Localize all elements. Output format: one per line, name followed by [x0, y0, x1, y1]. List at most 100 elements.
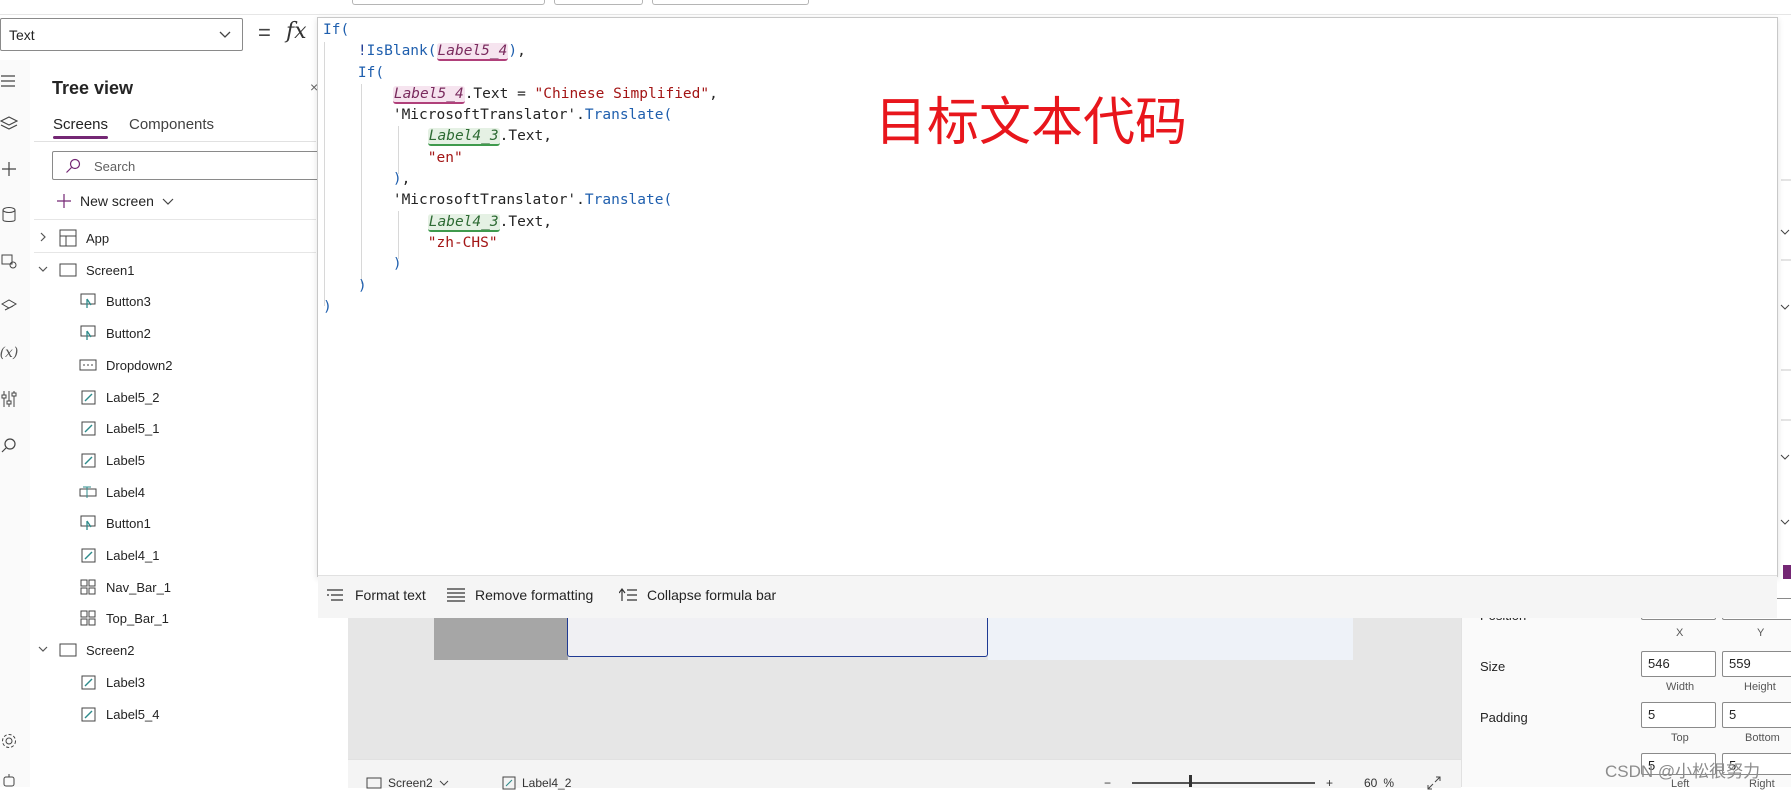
width-input[interactable]: 546	[1641, 651, 1716, 677]
canvas-control[interactable]	[434, 615, 568, 660]
tree-item-label: Top_Bar_1	[106, 610, 169, 626]
database-icon[interactable]	[0, 204, 20, 226]
tree-item-button1[interactable]: Button1	[34, 506, 316, 540]
remove-formatting-icon	[447, 588, 465, 602]
tree-item-screen1[interactable]: Screen1	[34, 253, 316, 287]
top-toolbar-strip	[0, 0, 1791, 15]
bottom-label: Bottom	[1745, 732, 1780, 744]
label-edit-icon	[79, 451, 97, 469]
tree-item-label5-4[interactable]: Label5_4	[34, 697, 316, 731]
layers-icon[interactable]	[0, 112, 20, 134]
toolbar-field[interactable]	[652, 0, 809, 5]
tab-screens[interactable]: Screens	[53, 116, 108, 133]
collapse-formula-bar-button[interactable]: Collapse formula bar	[619, 587, 776, 603]
code-token: If(	[323, 22, 350, 38]
app-icon	[59, 229, 77, 247]
tree-item-label5-1[interactable]: Label5_1	[34, 411, 316, 445]
tree-item-label5[interactable]: Label5	[34, 443, 316, 477]
code-token: IsBlank(	[366, 43, 437, 60]
tree-item-top-bar-1[interactable]: Top_Bar_1	[34, 601, 316, 635]
code-line: 'MicrosoftTranslator'.Translate(	[323, 105, 718, 126]
settings-icon[interactable]	[0, 730, 20, 752]
x-label: X	[1676, 627, 1684, 639]
code-line: ),	[323, 169, 718, 190]
chevron-down-icon[interactable]	[38, 264, 48, 276]
new-screen-button[interactable]: New screen	[56, 191, 174, 211]
zoom-in-button[interactable]: +	[1326, 776, 1333, 790]
remove-formatting-button[interactable]: Remove formatting	[447, 587, 593, 603]
screen-breadcrumb[interactable]: Screen2	[366, 776, 449, 790]
search-icon[interactable]	[0, 434, 20, 456]
tree-item-label: Label5_1	[106, 420, 160, 436]
label-edit-icon	[79, 419, 97, 437]
power-automate-icon[interactable]	[0, 296, 20, 318]
tree-item-app[interactable]: App	[34, 221, 316, 255]
chevron-down-icon[interactable]	[38, 644, 48, 656]
add-icon	[57, 194, 71, 208]
format-text-icon	[327, 589, 343, 601]
tree-item-button3[interactable]: Button3	[34, 284, 316, 318]
chevron-right-icon[interactable]	[38, 232, 48, 245]
top-label: Top	[1671, 732, 1689, 744]
size-label: Size	[1480, 659, 1506, 674]
code-line: Label5_4.Text = "Chinese Simplified",	[323, 84, 718, 105]
advanced-tools-icon[interactable]	[0, 388, 20, 410]
tree-search-input[interactable]: Search	[52, 151, 322, 180]
code-line: Label4_3.Text,	[323, 126, 718, 147]
padding-top-input[interactable]: 5	[1641, 702, 1716, 728]
code-token: Translate(	[584, 107, 673, 124]
virtual-agent-icon[interactable]	[0, 770, 20, 792]
zoom-slider[interactable]	[1132, 782, 1315, 784]
control-breadcrumb[interactable]: Label4_2	[502, 776, 571, 790]
selected-control[interactable]	[567, 612, 988, 657]
collapse-icon	[619, 588, 637, 601]
fx-icon[interactable]: fx	[286, 19, 307, 44]
fit-to-window-icon[interactable]	[1427, 776, 1441, 790]
code-token: )	[392, 256, 402, 273]
format-text-button[interactable]: Format text	[327, 587, 426, 603]
button-icon	[79, 292, 97, 310]
zoom-out-button[interactable]: −	[1104, 776, 1111, 790]
zoom-slider-thumb[interactable]	[1189, 775, 1192, 787]
tree-item-label4-1[interactable]: Label4_1	[34, 538, 316, 572]
tab-components[interactable]: Components	[129, 116, 214, 133]
code-line: )	[323, 297, 718, 318]
tree-item-label: Button1	[106, 515, 151, 531]
padding-bottom-input[interactable]: 5	[1722, 702, 1791, 728]
tree-item-label5-2[interactable]: Label5_2	[34, 380, 316, 414]
search-placeholder: Search	[94, 159, 136, 174]
height-input[interactable]: 559	[1722, 651, 1791, 677]
media-icon[interactable]	[0, 250, 20, 272]
property-dropdown-value: Text	[9, 27, 35, 43]
tree-item-label: Label3	[106, 674, 146, 690]
label-edit-icon	[79, 546, 97, 564]
code-line: "en"	[323, 148, 718, 169]
formula-code[interactable]: If( !IsBlank(Label5_4), If( Label5_4.Tex…	[323, 20, 718, 318]
tree-item-dropdown2[interactable]: Dropdown2	[34, 348, 316, 382]
height-label: Height	[1744, 681, 1776, 693]
tree-item-button2[interactable]: Button2	[34, 316, 316, 350]
code-token: )	[508, 43, 518, 60]
toolbar-field[interactable]	[352, 0, 545, 5]
tree-item-nav-bar-1[interactable]: Nav_Bar_1	[34, 570, 316, 604]
active-tab-indicator	[53, 136, 108, 139]
collapse-formula-bar-label: Collapse formula bar	[647, 587, 777, 603]
variables-icon[interactable]: (x)	[0, 342, 20, 364]
code-line: 'MicrosoftTranslator'.Translate(	[323, 190, 718, 211]
y-label: Y	[1757, 627, 1765, 639]
tree-item-label4[interactable]: Label4	[34, 475, 316, 509]
code-line: )	[323, 276, 718, 297]
add-icon[interactable]	[0, 158, 20, 180]
tree-item-label: Label4	[106, 484, 146, 500]
tree-item-screen2[interactable]: Screen2	[34, 633, 316, 667]
property-dropdown[interactable]: Text	[0, 18, 243, 51]
canvas-control[interactable]	[988, 615, 1353, 660]
tree-item-label3[interactable]: Label3	[34, 665, 316, 699]
code-token: ,	[709, 85, 718, 102]
hamburger-menu-icon[interactable]	[0, 70, 20, 92]
code-token: .Text,	[499, 128, 552, 145]
toolbar-field[interactable]	[554, 0, 643, 5]
tree-item-label: Button3	[106, 293, 151, 309]
